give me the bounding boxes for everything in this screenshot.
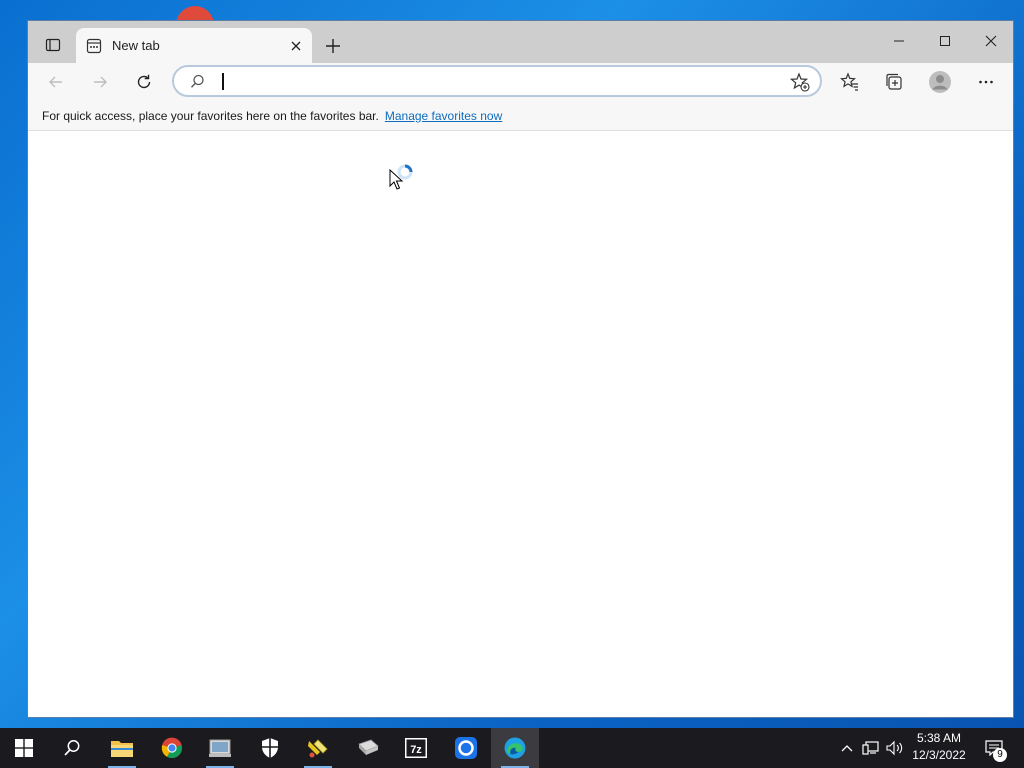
close-tab-button[interactable] xyxy=(288,38,304,54)
taskbar-edge[interactable] xyxy=(491,728,539,768)
taskbar-clock[interactable]: 5:38 AM 12/3/2022 xyxy=(904,730,974,766)
volume-tray-button[interactable] xyxy=(884,728,906,768)
taskbar-circle-app[interactable] xyxy=(442,728,490,768)
notification-count-badge: 9 xyxy=(993,748,1007,762)
browser-window: New tab For quick access, place your fav… xyxy=(27,20,1014,718)
minimize-icon xyxy=(894,40,904,42)
taskbar-search-button[interactable] xyxy=(48,728,96,768)
favorites-star-icon xyxy=(840,72,858,91)
address-bar[interactable] xyxy=(172,65,822,97)
favorites-bar: For quick access, place your favorites h… xyxy=(28,101,1013,131)
taskbar-network-app[interactable] xyxy=(196,728,244,768)
app-circle-icon xyxy=(455,737,477,759)
refresh-icon xyxy=(137,74,151,89)
collections-button[interactable] xyxy=(878,66,910,98)
toolbar xyxy=(28,63,1013,101)
svg-text:7z: 7z xyxy=(410,744,422,756)
manage-favorites-link[interactable]: Manage favorites now xyxy=(385,109,502,123)
back-arrow-icon xyxy=(49,76,62,88)
taskbar-security-app[interactable] xyxy=(246,728,294,768)
tab-actions-icon xyxy=(45,38,61,52)
disk-drive-app-icon xyxy=(358,739,379,755)
edge-icon xyxy=(504,737,526,759)
chrome-icon xyxy=(161,737,182,759)
new-tab-page-icon xyxy=(86,38,102,53)
address-input[interactable] xyxy=(218,72,762,92)
refresh-button[interactable] xyxy=(128,66,160,98)
maximize-button[interactable] xyxy=(922,21,968,61)
security-shield-icon xyxy=(262,738,278,758)
volume-icon xyxy=(886,740,903,756)
search-icon xyxy=(190,74,204,88)
taskbar-paint-app[interactable] xyxy=(294,728,342,768)
network-icon xyxy=(862,741,879,755)
title-bar: New tab xyxy=(28,21,1013,63)
clock-time: 5:38 AM xyxy=(916,731,962,745)
taskbar-file-explorer[interactable] xyxy=(98,728,146,768)
favorites-bar-message: For quick access, place your favorites h… xyxy=(42,108,379,123)
taskbar-7zip[interactable]: 7z xyxy=(392,728,440,768)
network-tray-button[interactable] xyxy=(860,728,882,768)
settings-and-more-button[interactable] xyxy=(970,66,1002,98)
maximize-icon xyxy=(940,36,950,46)
show-hidden-icons-button[interactable] xyxy=(836,728,858,768)
close-icon xyxy=(985,35,997,47)
tab-title: New tab xyxy=(112,38,160,53)
start-button[interactable] xyxy=(0,728,48,768)
back-button[interactable] xyxy=(40,66,72,98)
start-icon xyxy=(15,739,33,757)
network-app-icon xyxy=(209,739,231,757)
taskbar-disk-app[interactable] xyxy=(344,728,392,768)
search-icon xyxy=(64,740,80,756)
page-content xyxy=(28,131,1013,717)
profile-button[interactable] xyxy=(924,66,956,98)
add-favorite-star-icon[interactable] xyxy=(790,72,810,92)
taskbar: 7z 5:38 AM 12/3/2022 xyxy=(0,728,1024,768)
forward-arrow-icon xyxy=(94,76,107,88)
tab-actions-button[interactable] xyxy=(36,29,70,61)
new-tab-button[interactable] xyxy=(320,33,346,59)
plus-icon xyxy=(326,39,340,53)
action-center-button[interactable] xyxy=(980,728,1008,768)
clock-date: 12/3/2022 xyxy=(912,748,966,762)
busy-cursor-icon xyxy=(389,164,413,190)
7zip-icon: 7z xyxy=(405,738,427,758)
file-explorer-icon xyxy=(111,741,133,757)
more-dots-icon xyxy=(979,80,993,84)
tab-new-tab[interactable]: New tab xyxy=(76,28,312,63)
avatar-icon xyxy=(929,71,951,93)
collections-icon xyxy=(886,73,902,90)
text-caret xyxy=(222,73,224,90)
chevron-up-icon xyxy=(841,745,853,752)
paint-tool-icon xyxy=(308,739,328,758)
forward-button[interactable] xyxy=(84,66,116,98)
close-icon xyxy=(291,41,301,50)
close-window-button[interactable] xyxy=(968,21,1014,61)
favorites-button[interactable] xyxy=(834,66,866,98)
desktop: { "browser": { "tab": { "title": "New ta… xyxy=(0,0,1024,768)
taskbar-chrome[interactable] xyxy=(148,728,196,768)
minimize-button[interactable] xyxy=(876,21,922,61)
